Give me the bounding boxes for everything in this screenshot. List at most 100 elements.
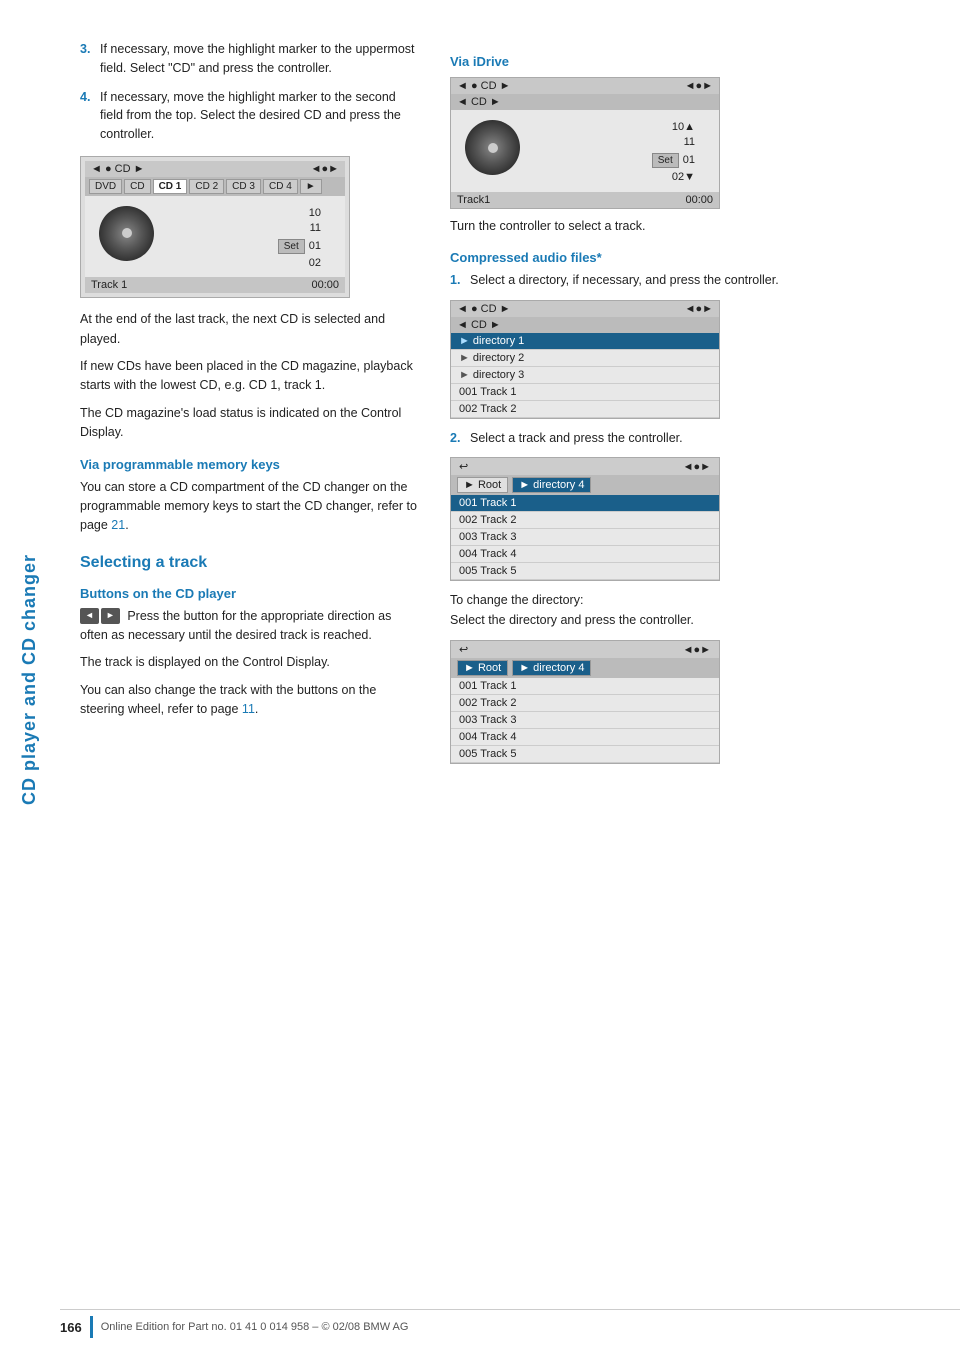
via-prog-text: You can store a CD compartment of the CD… [80, 478, 420, 536]
step-4: 4. If necessary, move the highlight mark… [80, 88, 420, 144]
dir-arrow-1: ► [459, 335, 470, 347]
prev-track-btn[interactable]: ◄ [80, 608, 99, 624]
track-display-text: The track is displayed on the Control Di… [80, 653, 420, 672]
cd-content-area: 10 11 Set 01 02 [85, 196, 345, 278]
idrive-top-bar: ◄ ● CD ► ◄●► [451, 78, 719, 94]
right-column: Via iDrive ◄ ● CD ► ◄●► ◄ CD ► 10▲ 11 [450, 40, 790, 774]
page-number: 166 [60, 1320, 82, 1335]
compressed-step-2-num: 2. [450, 429, 464, 448]
cd-screen-top-bar: ◄ ● CD ► ◄●► [85, 161, 345, 177]
nav2-row-track5[interactable]: 005 Track 5 [451, 746, 719, 763]
dir-sub-row: ◄ CD ► [451, 317, 719, 333]
dir-top-right: ◄●► [685, 303, 713, 315]
para-3: The CD magazine's load status is indicat… [80, 404, 420, 443]
idrive-track-label: Track1 [457, 194, 490, 206]
nav-row-track5[interactable]: 005 Track 5 [451, 563, 719, 580]
dir-top-left: ◄ ● CD ► [457, 303, 510, 315]
steering-page-link[interactable]: 11 [242, 702, 255, 716]
idrive-disc-image [465, 120, 520, 175]
idrive-track-10: 10▲ [672, 120, 695, 135]
idrive-track-numbers: 10▲ 11 Set 01 02▼ [528, 120, 705, 186]
step-4-text: If necessary, move the highlight marker … [100, 88, 420, 144]
idrive-top-right: ◄●► [685, 80, 713, 92]
turn-controller-text: Turn the controller to select a track. [450, 217, 790, 236]
nav2-back-icon: ↩ [459, 643, 468, 656]
tab-cd4[interactable]: CD 4 [263, 179, 298, 194]
nav-top-right-icon: ◄●► [683, 461, 711, 473]
idrive-bottom-bar: Track1 00:00 [451, 192, 719, 208]
dir-row-2[interactable]: ►directory 2 [451, 350, 719, 367]
dir-row-3[interactable]: ►directory 3 [451, 367, 719, 384]
cd-track-label: Track 1 [91, 279, 127, 291]
track-11: 11 [310, 221, 321, 236]
idrive-track-info: 10▲ 11 Set 01 02▼ [524, 116, 709, 186]
track-02: 02 [309, 256, 321, 271]
nav-crumb-dir4-2[interactable]: ► directory 4 [512, 660, 591, 676]
idrive-top-left: ◄ ● CD ► [457, 80, 510, 92]
cd-track-numbers: 10 11 Set 01 02 [162, 206, 331, 272]
dir-row-1[interactable]: ►directory 1 [451, 333, 719, 350]
nav-crumb-dir4-1[interactable]: ► directory 4 [512, 477, 591, 493]
idrive-track-02: 02▼ [672, 170, 695, 185]
para-1: At the end of the last track, the next C… [80, 310, 420, 349]
steering-text: You can also change the track with the b… [80, 681, 420, 720]
nav2-row-track4[interactable]: 004 Track 4 [451, 729, 719, 746]
cd-set-row: Set 01 [278, 239, 321, 254]
cd-disc-image [99, 206, 154, 261]
tab-cd[interactable]: CD [124, 179, 150, 194]
via-idrive-header: Via iDrive [450, 54, 790, 69]
tab-cd3[interactable]: CD 3 [226, 179, 261, 194]
nav-crumb-root-2[interactable]: ► Root [457, 660, 508, 676]
nav-top-2: ↩ ◄●► [451, 641, 719, 658]
page-footer: 166 Online Edition for Part no. 01 41 0 … [60, 1309, 960, 1338]
nav2-row-track3[interactable]: 003 Track 3 [451, 712, 719, 729]
cd-content-with-image: 10 11 Set 01 02 [93, 200, 337, 274]
cd-track-info: 10 11 Set 01 02 [158, 202, 335, 272]
nav2-right-icon: ◄●► [683, 644, 711, 656]
buttons-text: ◄ ► Press the button for the appropriate… [80, 607, 420, 646]
cd-set-button[interactable]: Set [278, 239, 305, 254]
nav-crumb-root-1[interactable]: ► Root [457, 477, 508, 493]
nav2-row-track2[interactable]: 002 Track 2 [451, 695, 719, 712]
tab-cd2[interactable]: CD 2 [189, 179, 224, 194]
compressed-step-2: 2. Select a track and press the controll… [450, 429, 790, 448]
dir-row-track1[interactable]: 001 Track 1 [451, 384, 719, 401]
idrive-content: 10▲ 11 Set 01 02▼ [451, 110, 719, 192]
nav-row-track3[interactable]: 003 Track 3 [451, 529, 719, 546]
dir-top-bar: ◄ ● CD ► ◄●► [451, 301, 719, 317]
tab-dvd[interactable]: DVD [89, 179, 122, 194]
nav-top-1: ↩ ◄●► [451, 458, 719, 475]
compressed-header: Compressed audio files* [450, 250, 790, 265]
buttons-header: Buttons on the CD player [80, 586, 420, 601]
compressed-step-1-text: Select a directory, if necessary, and pr… [470, 271, 779, 290]
nav-breadcrumb-2: ► Root ► directory 4 [451, 658, 719, 678]
nav-screen-2: ↩ ◄●► ► Root ► directory 4 001 Track 1 0… [450, 640, 720, 764]
compressed-step-1-num: 1. [450, 271, 464, 290]
sidebar: CD player and CD changer [0, 0, 60, 1358]
idrive-set-row: Set 01 [652, 153, 695, 168]
nav-top-back-icon: ↩ [459, 460, 468, 473]
cd-tabs-row: DVD CD CD 1 CD 2 CD 3 CD 4 ► [85, 177, 345, 196]
idrive-sub-row: ◄ CD ► [451, 94, 719, 110]
idrive-track-11: 11 [684, 135, 695, 150]
tab-cd1[interactable]: CD 1 [153, 179, 188, 194]
next-track-btn[interactable]: ► [101, 608, 120, 624]
track-01: 01 [309, 239, 321, 254]
dir-arrow-2: ► [459, 352, 470, 364]
dir-row-track2[interactable]: 002 Track 2 [451, 401, 719, 418]
cd-player-screen: ◄ ● CD ► ◄●► DVD CD CD 1 CD 2 CD 3 CD 4 … [80, 156, 350, 299]
step-4-num: 4. [80, 88, 94, 144]
cd-screen-top-right: ◄●► [311, 163, 339, 175]
nav-row-track4[interactable]: 004 Track 4 [451, 546, 719, 563]
cd-bottom-bar: Track 1 00:00 [85, 277, 345, 293]
tab-next[interactable]: ► [300, 179, 322, 194]
nav-row-track1[interactable]: 001 Track 1 [451, 495, 719, 512]
idrive-set-button[interactable]: Set [652, 153, 679, 168]
dir-screen: ◄ ● CD ► ◄●► ◄ CD ► ►directory 1 ►direct… [450, 300, 720, 419]
nav2-row-track1[interactable]: 001 Track 1 [451, 678, 719, 695]
idrive-content-with-image: 10▲ 11 Set 01 02▼ [459, 114, 711, 188]
step-3: 3. If necessary, move the highlight mark… [80, 40, 420, 78]
via-prog-page-link[interactable]: 21 [111, 518, 125, 532]
nav-screen-1: ↩ ◄●► ► Root ► directory 4 001 Track 1 0… [450, 457, 720, 581]
nav-row-track2[interactable]: 002 Track 2 [451, 512, 719, 529]
